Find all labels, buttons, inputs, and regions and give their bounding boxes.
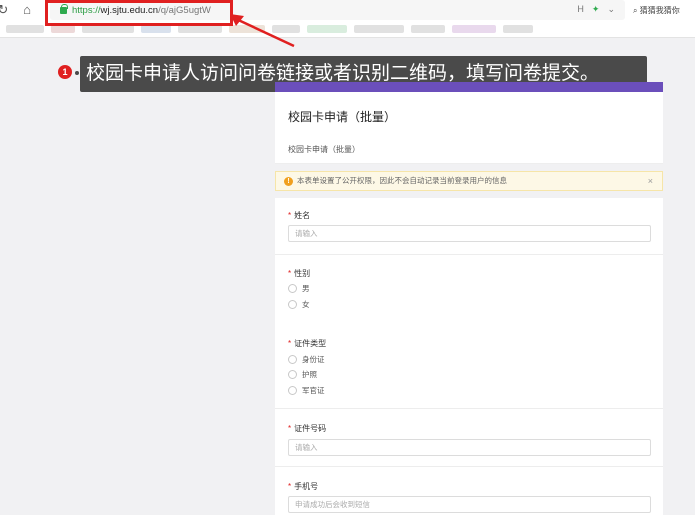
form-header-strip [275,82,663,92]
radio-button[interactable] [288,386,297,395]
form-title: 校园卡申请（批量） [288,110,397,124]
form-body: * 姓名 请输入 * 性别 男 女 * 证件类型 身份证 护照 军官证 * 证件号码 请… [275,198,663,515]
bookmark-item[interactable] [452,25,496,33]
bookmark-item[interactable] [178,25,222,33]
annotation-arrow [230,14,295,48]
divider [275,254,663,255]
divider [275,466,663,467]
bookmark-item[interactable] [411,25,445,33]
id-type-option-passport[interactable]: 护照 [288,369,317,380]
search-text: 猜猜我猜你 [639,6,680,15]
name-input[interactable]: 请输入 [288,225,651,242]
browser-search-box[interactable]: ⌕ 猜猜我猜你 [633,3,695,18]
id-number-input[interactable]: 请输入 [288,439,651,456]
bookmark-item[interactable] [307,25,347,33]
reader-icon[interactable]: H [577,4,584,15]
warning-icon: ! [284,177,293,186]
gender-label: * 性别 [288,269,311,278]
chevron-down-icon[interactable]: ⌄ [607,4,615,15]
home-icon[interactable]: ⌂ [20,3,34,17]
id-type-option-officer-card[interactable]: 军官证 [288,385,325,396]
phone-label: * 手机号 [288,482,319,491]
bookmark-item[interactable] [503,25,533,33]
form-title-card: 校园卡申请（批量） 校园卡申请（批量） [275,92,663,164]
radio-button[interactable] [288,370,297,379]
annotation-pointer [75,71,79,75]
url-highlight-box [45,0,233,26]
id-type-label: * 证件类型 [288,339,327,348]
radio-button[interactable] [288,300,297,309]
refresh-icon[interactable]: ↻ [0,3,10,17]
annotation-step-badge: 1 [58,65,72,79]
extension-icon[interactable]: ✦ [592,4,600,15]
gender-option-female[interactable]: 女 [288,299,310,310]
id-type-option-id-card[interactable]: 身份证 [288,354,325,365]
radio-button[interactable] [288,355,297,364]
bookmark-item[interactable] [82,25,134,33]
public-access-notice: ! 本表单设置了公开权限，因此不会自动记录当前登录用户的信息 × [275,171,663,191]
name-label: * 姓名 [288,211,311,220]
radio-button[interactable] [288,284,297,293]
bookmark-item[interactable] [51,25,75,33]
address-bar-actions: H ✦ ⌄ [577,4,615,15]
search-icon: ⌕ [633,6,638,15]
bookmark-item[interactable] [6,25,44,33]
bookmark-item[interactable] [141,25,171,33]
phone-input[interactable]: 申请成功后会收到短信 [288,496,651,513]
id-number-label: * 证件号码 [288,424,327,433]
notice-text: 本表单设置了公开权限，因此不会自动记录当前登录用户的信息 [297,176,507,185]
gender-option-male[interactable]: 男 [288,283,310,294]
divider [275,408,663,409]
close-icon[interactable]: × [648,172,653,190]
form-description: 校园卡申请（批量） [288,145,360,154]
bookmark-item[interactable] [354,25,404,33]
